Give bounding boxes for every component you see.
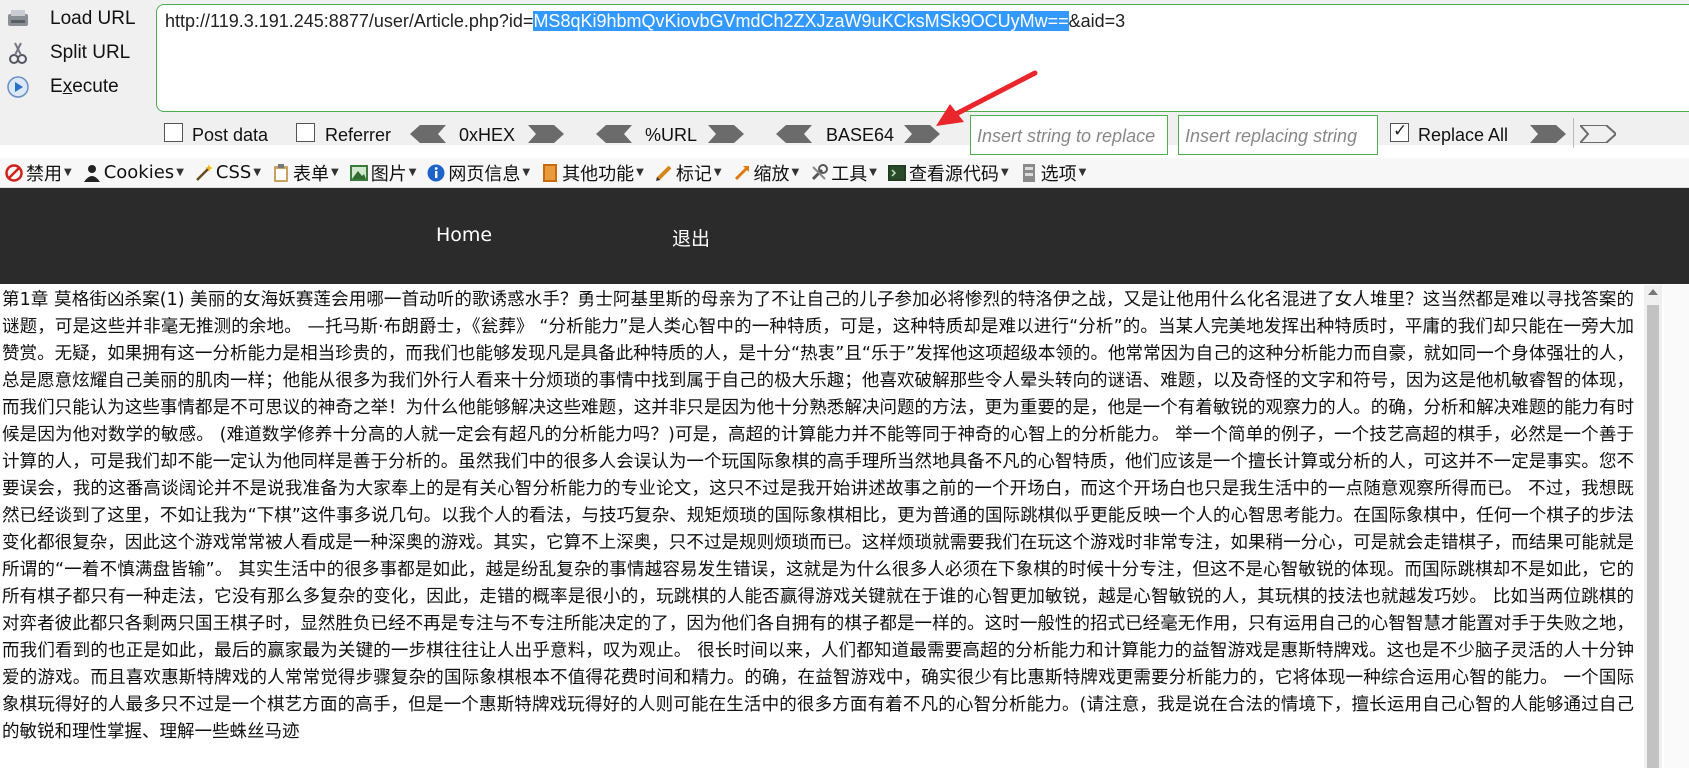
toolbar-label: 工具 <box>831 163 868 185</box>
insert-string-to-replace-input[interactable]: Insert string to replace <box>970 115 1168 155</box>
wrench-icon <box>809 163 829 183</box>
hex-label: 0xHEX <box>459 125 516 145</box>
base64-decode-arrow-icon[interactable] <box>776 125 812 143</box>
options-icon <box>1019 163 1039 183</box>
replace-all-label: Replace All <box>1418 125 1509 145</box>
url-textarea[interactable]: http://119.3.191.245:8877/user/Article.p… <box>156 4 1689 112</box>
toolbar-label: 图片 <box>370 163 407 185</box>
toolbar-item-resize[interactable]: 缩放 ▼ <box>728 160 800 186</box>
chevron-down-icon: ▼ <box>636 167 644 178</box>
toolbar-item-view-source[interactable]: 查看源代码 ▼ <box>883 160 1009 186</box>
post-data-label: Post data <box>192 125 269 145</box>
replace-all-arrow-icon[interactable] <box>1530 125 1566 143</box>
nav-home-link[interactable]: Home <box>436 224 492 246</box>
chevron-down-icon: ▼ <box>791 167 800 178</box>
image-icon <box>349 163 369 183</box>
referrer-label: Referrer <box>325 125 392 145</box>
hex-decode-arrow-icon[interactable] <box>410 125 446 143</box>
hackbar-options-row: Post data Referrer 0xHEX %URL BASE64 Ins… <box>0 115 1689 155</box>
scrollbar-thumb[interactable] <box>1647 305 1659 768</box>
article-content: 第1章 莫格街凶杀案(1) 美丽的女海妖赛莲会用哪一首动听的歌诱惑水手？勇士阿基… <box>0 285 1640 768</box>
disable-icon <box>4 163 24 183</box>
nav-logout-link[interactable]: 退出 <box>672 224 710 251</box>
chevron-down-icon: ▼ <box>64 167 72 178</box>
toolbar-label: 选项 <box>1040 163 1077 185</box>
toolbar-item-cookies[interactable]: Cookies ▼ <box>78 162 184 183</box>
row-divider <box>1573 118 1574 148</box>
toolbar-label: Cookies <box>103 162 175 183</box>
base64-label: BASE64 <box>826 125 895 145</box>
site-navbar: Home 退出 <box>0 188 1689 284</box>
chevron-down-icon: ▼ <box>253 167 262 178</box>
toolbar-label: 查看源代码 <box>908 163 999 185</box>
pencil-icon <box>654 163 674 183</box>
split-url-button[interactable]: Split URL <box>0 36 140 70</box>
url-selected-payload: MS8qKi9hbmQvKiovbGVmdCh2ZXJzaW9uKCksMSk9… <box>533 11 1069 31</box>
article-body: 第1章 莫格街凶杀案(1) 美丽的女海妖赛莲会用哪一首动听的歌诱惑水手？勇士阿基… <box>2 290 1634 742</box>
chevron-down-icon: ▼ <box>869 167 877 178</box>
book-icon <box>540 163 560 183</box>
replace-all-checkbox[interactable] <box>1390 121 1409 142</box>
chevron-down-icon: ▼ <box>522 167 531 178</box>
chevron-down-icon: ▼ <box>331 167 339 178</box>
url-prefix: http://119.3.191.245:8877/user/Article.p… <box>165 11 534 31</box>
terminal-icon <box>887 163 907 183</box>
resize-icon <box>732 163 752 183</box>
toolbar-item-options[interactable]: 选项 ▼ <box>1015 160 1087 186</box>
insert-replacing-string-input[interactable]: Insert replacing string <box>1178 115 1378 155</box>
hex-encode-arrow-icon[interactable] <box>528 125 564 143</box>
chevron-down-icon: ▼ <box>713 167 722 178</box>
execute-label: Execute <box>50 76 119 97</box>
web-developer-toolbar: 禁用 ▼ Cookies ▼ CSS ▼ 表单 ▼ 图片 ▼ 网页信息 ▼ 其他功能 ▼ 标记… <box>0 158 1689 188</box>
chevron-down-icon: ▼ <box>1000 167 1009 178</box>
clipboard-icon <box>271 163 291 183</box>
split-url-label: Split URL <box>50 42 131 63</box>
toolbar-item-css[interactable]: CSS ▼ <box>190 162 261 183</box>
toolbar-item-forms[interactable]: 表单 ▼ <box>267 160 339 186</box>
toolbar-label: 标记 <box>675 163 712 185</box>
toolbar-item-page-info[interactable]: 网页信息 ▼ <box>422 160 530 186</box>
toolbar-label: 其他功能 <box>562 163 635 185</box>
replace-arrow-icon[interactable] <box>1580 125 1616 143</box>
toolbar-item-images[interactable]: 图片 ▼ <box>345 160 417 186</box>
play-icon <box>4 73 32 101</box>
chevron-down-icon: ▼ <box>176 167 184 178</box>
execute-button[interactable]: Execute <box>0 70 140 104</box>
toolbar-label: 禁用 <box>26 163 62 185</box>
user-icon <box>82 163 102 183</box>
toolbar-item-disable[interactable]: 禁用 ▼ <box>0 160 72 186</box>
scissors-icon <box>4 39 32 67</box>
toolbar-item-outline[interactable]: 标记 ▼ <box>650 160 722 186</box>
article-scrollbar[interactable] <box>1644 285 1662 768</box>
info-icon <box>426 163 446 183</box>
load-url-button[interactable]: Load URL <box>0 2 140 36</box>
load-url-icon <box>4 5 32 33</box>
page-edge <box>1664 285 1689 768</box>
referrer-checkbox[interactable] <box>296 123 315 142</box>
toolbar-label: 网页信息 <box>448 163 521 185</box>
base64-encode-arrow-icon[interactable] <box>904 125 940 143</box>
wand-icon <box>194 163 214 183</box>
toolbar-item-tools[interactable]: 工具 ▼ <box>805 160 877 186</box>
url-suffix: &aid=3 <box>1068 11 1126 31</box>
load-url-label: Load URL <box>50 8 136 29</box>
chevron-down-icon: ▼ <box>1078 167 1087 178</box>
toolbar-label: 缩放 <box>753 163 790 185</box>
toolbar-label: CSS <box>215 162 252 183</box>
post-data-checkbox[interactable] <box>164 123 183 142</box>
url-encode-label: %URL <box>645 125 698 145</box>
hackbar-panel: Load URL Split URL Execute http://119.3.… <box>0 0 1689 155</box>
url-decode-arrow-icon[interactable] <box>596 125 632 143</box>
chevron-down-icon: ▼ <box>408 167 417 178</box>
toolbar-label: 表单 <box>293 163 330 185</box>
toolbar-item-misc[interactable]: 其他功能 ▼ <box>536 160 644 186</box>
url-encode-arrow-icon[interactable] <box>708 125 744 143</box>
scroll-up-arrow-icon[interactable] <box>1648 289 1658 295</box>
